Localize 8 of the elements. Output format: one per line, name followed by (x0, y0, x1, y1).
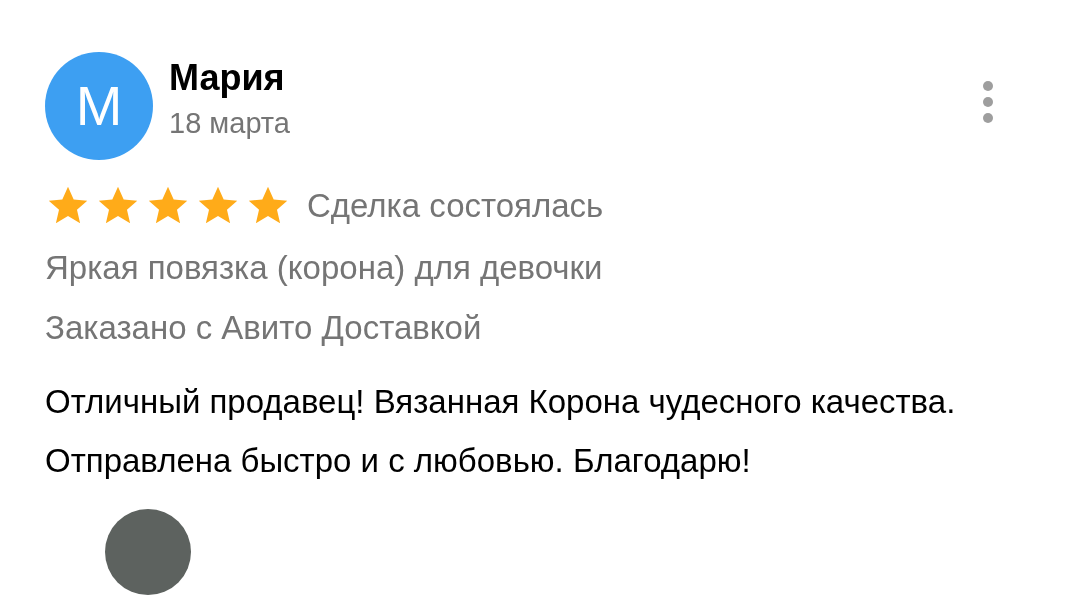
review-date: 18 марта (169, 105, 290, 141)
avatar: М (45, 52, 153, 160)
deal-status: Сделка состоялась (307, 186, 604, 226)
more-options-icon[interactable] (982, 80, 994, 124)
review-text: Отличный продавец! Вязанная Корона чудесного качества. Отправлена быстро и с любовью. Благодарю! (45, 382, 957, 481)
reviewer-name: Мария (169, 58, 286, 98)
item-title: Яркая повязка (корона) для девочки (45, 248, 604, 288)
delivery-note: Заказано с Авито Доставкой (45, 307, 483, 348)
